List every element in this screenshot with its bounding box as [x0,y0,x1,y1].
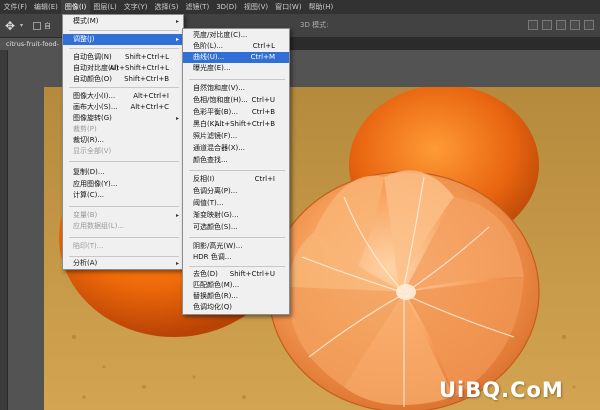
image-menu-item-crop: 裁剪(P) [73,125,97,133]
image-menu-item-analysis[interactable]: 分析(A) ▸ [63,258,183,269]
menu-3d[interactable]: 3D(D) [213,0,241,14]
image-menu-item-rotation[interactable]: 图像旋转(G) ▸ [63,113,183,124]
tools-panel [0,50,8,410]
menu-image[interactable]: 图像(I) [61,0,90,14]
peeled-mandarin [268,170,540,410]
image-menu-dropdown: 模式(M) ▸ 调整(J) ▸ 自动色调(N) Shift+Ctrl+L 自动对比度(… [62,14,184,270]
submenu-arrow-icon: ▸ [175,18,179,25]
adjust-hdr-toning[interactable]: HDR 色调... [183,252,289,263]
adjust-color-lookup[interactable]: 颜色查找... [183,155,289,166]
adjust-selective-color[interactable]: 可选颜色(S)... [183,222,289,233]
pan-icon[interactable] [556,20,566,30]
image-menu-item-trap: 陷印(T)... [73,242,104,250]
adjust-equalize[interactable]: 色调均化(Q) [183,302,289,313]
menu-layer[interactable]: 图层(L) [90,0,120,14]
image-menu-item-variables: 变量(B) ▸ [73,211,179,219]
adjust-exposure[interactable]: 曝光度(E)... [183,63,289,74]
image-menu-item-duplicate[interactable]: 复制(D)... [63,167,183,178]
adjust-photo-filter[interactable]: 照片滤镜(F)... [183,131,289,142]
adjust-replace-color[interactable]: 替换颜色(R)... [183,291,289,302]
adjust-hue-saturation[interactable]: 色相/饱和度(H)... Ctrl+U [183,95,289,106]
image-menu-item-apply-data-set: 应用数据组(L)... [73,222,125,230]
adjust-match-color[interactable]: 匹配颜色(M)... [183,280,289,291]
menu-window[interactable]: 窗口(W) [272,0,305,14]
adjust-brightness-contrast[interactable]: 亮度/对比度(C)... [183,30,289,41]
submenu-arrow-icon: ▸ [175,260,179,267]
adjust-channel-mixer[interactable]: 通道混合器(X)... [183,143,289,154]
adjust-threshold[interactable]: 阈值(T)... [183,198,289,209]
submenu-arrow-icon: ▸ [175,115,179,122]
slide-icon[interactable] [570,20,580,30]
image-menu-item-adjust[interactable]: 调整(J) ▸ [63,34,183,45]
auto-select-label: 自 [44,21,52,30]
submenu-arrow-icon: ▸ [175,36,179,43]
orbit-icon[interactable] [528,20,538,30]
menu-view[interactable]: 视图(V) [240,0,271,14]
roll-icon[interactable] [542,20,552,30]
image-menu-item-reveal-all: 显示全部(V) [73,147,112,155]
menu-edit[interactable]: 编辑(E) [31,0,62,14]
image-menu-item-mode[interactable]: 模式(M) ▸ [63,16,183,27]
adjust-levels[interactable]: 色阶(L)... Ctrl+L [183,41,289,52]
tool-preset-chevron-down-icon[interactable]: ▾ [20,22,23,29]
auto-select-checkbox[interactable] [33,21,42,30]
adjustments-submenu: 亮度/对比度(C)... 色阶(L)... Ctrl+L 曲线(U)... Ctrl… [182,28,290,315]
adjust-shadows-highlights[interactable]: 阴影/高光(W)... [183,241,289,252]
move-tool-icon[interactable]: ✥ [0,19,20,33]
image-menu-item-apply-image[interactable]: 应用图像(Y)... [63,179,183,190]
adjust-black-white[interactable]: 黑白(K)... Alt+Shift+Ctrl+B [183,119,289,130]
image-menu-item-canvas-size[interactable]: 画布大小(S)... Alt+Ctrl+C [63,102,183,113]
adjust-curves[interactable]: 曲线(U)... Ctrl+M [183,52,289,63]
image-menu-item-auto-tone[interactable]: 自动色调(N) Shift+Ctrl+L [63,52,183,63]
mode-3d-label: 3D 模式: [300,21,329,29]
image-menu-item-trim[interactable]: 裁切(R)... [63,135,183,146]
menu-bar: 文件(F) 编辑(E) 图像(I) 图层(L) 文字(Y) 选择(S) 滤镜(T… [0,0,600,14]
menu-file[interactable]: 文件(F) [0,0,31,14]
adjust-gradient-map[interactable]: 渐变映射(G)... [183,210,289,221]
adjust-desaturate[interactable]: 去色(D) Shift+Ctrl+U [183,269,289,280]
watermark-logo: UiBQ.CoM [439,378,564,402]
menu-filter[interactable]: 滤镜(T) [182,0,213,14]
3d-mode-tools [528,20,594,30]
menu-type[interactable]: 文字(Y) [120,0,151,14]
image-menu-item-image-size[interactable]: 图像大小(I)... Alt+Ctrl+I [63,91,183,102]
adjust-vibrance[interactable]: 自然饱和度(V)... [183,83,289,94]
image-menu-item-auto-contrast[interactable]: 自动对比度(U) Alt+Shift+Ctrl+L [63,63,183,74]
menu-help[interactable]: 帮助(H) [305,0,337,14]
image-menu-item-calculations[interactable]: 计算(C)... [63,190,183,201]
menu-select[interactable]: 选择(S) [151,0,182,14]
adjust-color-balance[interactable]: 色彩平衡(B)... Ctrl+B [183,107,289,118]
adjust-invert[interactable]: 反相(I) Ctrl+I [183,174,289,185]
submenu-arrow-icon: ▸ [175,212,179,219]
image-menu-item-auto-color[interactable]: 自动颜色(O) Shift+Ctrl+B [63,74,183,85]
scale-icon[interactable] [584,20,594,30]
adjust-posterize[interactable]: 色调分离(P)... [183,186,289,197]
